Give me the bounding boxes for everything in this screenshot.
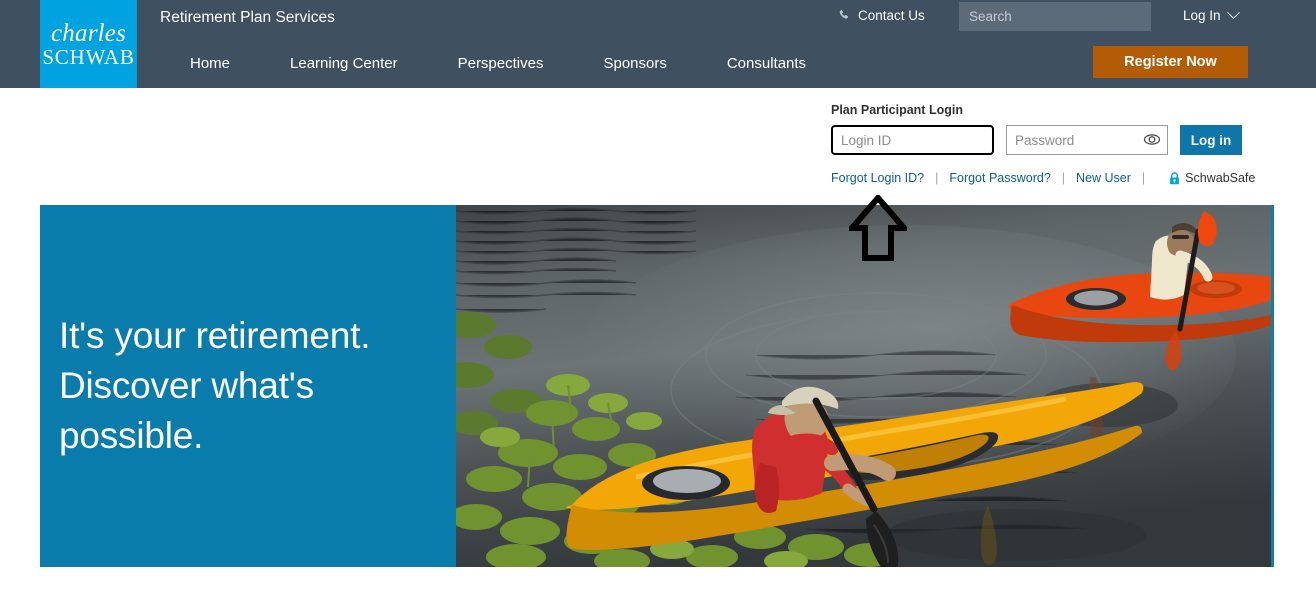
forgot-password-link[interactable]: Forgot Password? bbox=[949, 171, 1050, 185]
hero-headline-line-3: possible. bbox=[59, 414, 204, 456]
chevron-down-icon bbox=[1226, 6, 1240, 20]
search-input[interactable] bbox=[959, 2, 1151, 31]
hero-photo-kayakers bbox=[456, 205, 1271, 567]
nav-item-learning-center[interactable]: Learning Center bbox=[260, 55, 428, 72]
nav-item-perspectives[interactable]: Perspectives bbox=[428, 55, 574, 72]
charles-schwab-logo[interactable]: charles SCHWAB bbox=[40, 0, 137, 88]
schwabsafe-link[interactable]: SchwabSafe bbox=[1169, 171, 1255, 185]
login-form-row: Log in bbox=[831, 125, 1271, 155]
nav-item-sponsors[interactable]: Sponsors bbox=[573, 55, 696, 72]
password-field-wrapper bbox=[1006, 125, 1168, 155]
log-in-submit-button[interactable]: Log in bbox=[1180, 125, 1242, 155]
phone-icon bbox=[838, 9, 851, 22]
hero-headline-line-2: Discover what's bbox=[59, 364, 314, 406]
contact-us-link[interactable]: Contact Us bbox=[838, 8, 925, 23]
logo-text-charles: charles bbox=[51, 19, 126, 47]
forgot-login-id-link[interactable]: Forgot Login ID? bbox=[831, 171, 924, 185]
site-title: Retirement Plan Services bbox=[160, 9, 335, 26]
logo-text-schwab: SCHWAB bbox=[42, 44, 135, 69]
page-root: charles SCHWAB Retirement Plan Services … bbox=[0, 0, 1316, 601]
eye-icon[interactable] bbox=[1143, 132, 1161, 147]
link-separator: | bbox=[1061, 171, 1066, 185]
link-separator: | bbox=[1141, 171, 1146, 185]
hero-headline: It's your retirement. Discover what's po… bbox=[59, 311, 449, 461]
lock-icon bbox=[1170, 171, 1180, 184]
nav-item-consultants[interactable]: Consultants bbox=[697, 55, 836, 72]
new-user-link[interactable]: New User bbox=[1076, 171, 1131, 185]
login-panel-heading: Plan Participant Login bbox=[831, 103, 963, 117]
nav-item-home[interactable]: Home bbox=[160, 55, 260, 72]
schwabsafe-label: SchwabSafe bbox=[1185, 171, 1256, 185]
hero-text-panel: It's your retirement. Discover what's po… bbox=[40, 205, 456, 567]
login-id-input[interactable] bbox=[831, 125, 994, 155]
log-in-menu-label: Log In bbox=[1183, 8, 1221, 23]
site-header: charles SCHWAB Retirement Plan Services … bbox=[0, 0, 1316, 88]
main-navigation: Home Learning Center Perspectives Sponso… bbox=[160, 55, 836, 72]
log-in-menu[interactable]: Log In bbox=[1183, 6, 1240, 23]
link-separator: | bbox=[935, 171, 939, 185]
hero-headline-line-1: It's your retirement. bbox=[59, 315, 371, 356]
contact-us-label: Contact Us bbox=[858, 8, 925, 23]
login-helper-links: Forgot Login ID? | Forgot Password? | Ne… bbox=[831, 171, 1271, 185]
login-id-field-wrapper bbox=[831, 125, 994, 155]
hero-banner: It's your retirement. Discover what's po… bbox=[40, 205, 1274, 567]
register-now-button[interactable]: Register Now bbox=[1093, 46, 1248, 78]
plan-participant-login-panel: Plan Participant Login Log in Forgot Log… bbox=[831, 103, 1271, 185]
